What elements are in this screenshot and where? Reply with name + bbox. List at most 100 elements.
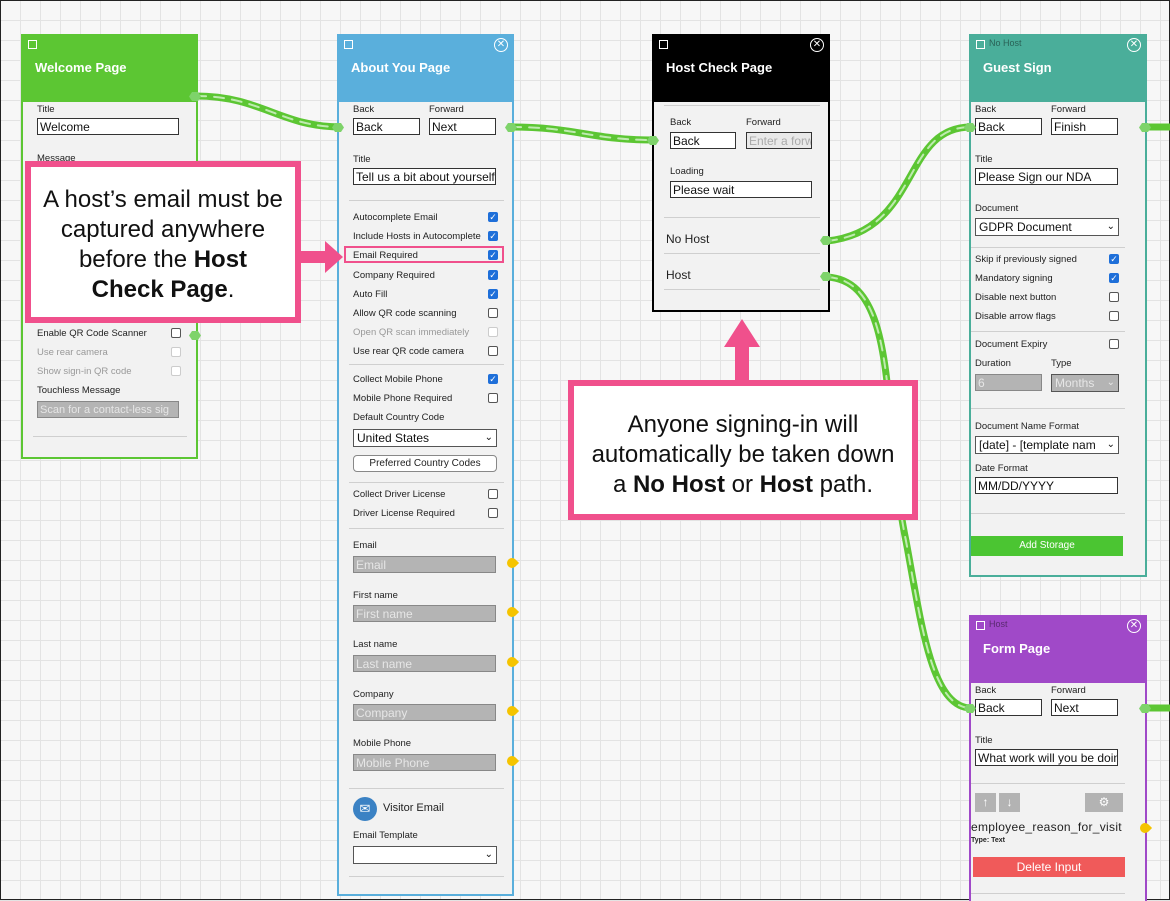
chevron-down-icon: ⌄	[484, 849, 493, 860]
forward-input[interactable]: Next	[1051, 699, 1118, 716]
select-checkbox-icon[interactable]	[28, 40, 37, 49]
divider	[349, 528, 504, 529]
open-qr-checkbox[interactable]	[488, 327, 498, 337]
move-up-button[interactable]: ↑	[975, 793, 996, 812]
callout-text: path.	[813, 471, 874, 498]
email-template-select[interactable]: ⌄	[353, 846, 497, 864]
back-input[interactable]: Back	[670, 132, 736, 149]
back-input[interactable]: Back	[975, 118, 1042, 135]
mobile-required-checkbox[interactable]	[488, 393, 498, 403]
company-required-checkbox[interactable]: ✓	[488, 270, 498, 280]
rear-qr-checkbox[interactable]	[488, 346, 498, 356]
node-title: Welcome Page	[35, 60, 127, 75]
preferred-country-codes-button[interactable]: Preferred Country Codes	[353, 455, 497, 472]
title-input[interactable]: Tell us a bit about yourself	[353, 168, 496, 185]
callout-line: A host’s email must be	[43, 186, 283, 213]
back-label: Back	[353, 104, 375, 115]
collect-license-checkbox[interactable]	[488, 489, 498, 499]
skip-checkbox[interactable]: ✓	[1109, 254, 1119, 264]
mobile-phone-field[interactable]: Mobile Phone	[353, 754, 496, 771]
move-down-button[interactable]: ↓	[999, 793, 1020, 812]
title-input[interactable]: What work will you be doin	[975, 749, 1118, 766]
allow-qr-checkbox[interactable]	[488, 308, 498, 318]
add-storage-button[interactable]: Add Storage	[971, 536, 1123, 556]
autocomplete-email-checkbox[interactable]: ✓	[488, 212, 498, 222]
back-input[interactable]: Back	[975, 699, 1042, 716]
license-required-checkbox[interactable]	[488, 508, 498, 518]
qr-scanner-checkbox[interactable]	[171, 328, 181, 338]
guest-sign-header[interactable]: No Host Guest Sign ✕	[971, 36, 1145, 102]
type-select[interactable]: Months ⌄	[1051, 374, 1119, 392]
name-format-select[interactable]: [date] - [template nam ⌄	[975, 436, 1119, 454]
gear-icon: ⚙	[1098, 795, 1110, 809]
select-checkbox-icon[interactable]	[659, 40, 668, 49]
form-page-node[interactable]: Host Form Page ✕ Back Forward Back Next …	[969, 615, 1147, 901]
rear-camera-label: Use rear camera	[37, 347, 108, 358]
loading-input[interactable]: Please wait	[670, 181, 812, 198]
close-icon[interactable]: ✕	[1127, 38, 1141, 52]
country-value: United States	[357, 431, 430, 445]
callout-line: Anyone signing-in will	[627, 411, 859, 438]
form-page-header[interactable]: Host Form Page ✕	[971, 617, 1145, 683]
close-icon[interactable]: ✕	[494, 38, 508, 52]
guest-sign-page-node[interactable]: No Host Guest Sign ✕ Back Forward Back F…	[969, 34, 1147, 577]
delete-input-button[interactable]: Delete Input	[973, 857, 1125, 877]
about-you-page-node[interactable]: About You Page ✕ Back Forward Back Next …	[337, 34, 514, 896]
check-label: Open QR scan immediately	[353, 327, 470, 338]
mandatory-checkbox[interactable]: ✓	[1109, 273, 1119, 283]
select-checkbox-icon[interactable]	[976, 621, 985, 630]
disable-arrow-checkbox[interactable]	[1109, 311, 1119, 321]
no-host-path-label: No Host	[666, 232, 710, 246]
back-input[interactable]: Back	[353, 118, 420, 135]
node-title: Host Check Page	[666, 60, 773, 75]
title-label: Title	[353, 154, 371, 165]
touchless-input[interactable]: Scan for a contact-less sig	[37, 401, 179, 418]
divider	[971, 331, 1125, 332]
callout-text: a	[612, 471, 633, 498]
duration-input[interactable]: 6	[975, 374, 1042, 391]
close-icon[interactable]: ✕	[810, 38, 824, 52]
collect-mobile-checkbox[interactable]: ✓	[488, 374, 498, 384]
about-you-header[interactable]: About You Page ✕	[339, 36, 512, 102]
divider	[349, 876, 504, 877]
forward-input[interactable]: Finish	[1051, 118, 1118, 135]
divider	[971, 783, 1125, 784]
rear-camera-checkbox[interactable]	[171, 347, 181, 357]
host-check-page-node[interactable]: Host Check Page ✕ Back Forward Back Ente…	[652, 34, 830, 312]
divider	[349, 788, 504, 789]
email-field[interactable]: Email	[353, 556, 496, 573]
first-name-field[interactable]: First name	[353, 605, 496, 622]
check-label: Include Hosts in Autocomplete	[353, 231, 481, 242]
select-checkbox-icon[interactable]	[976, 40, 985, 49]
title-label: Title	[975, 735, 993, 746]
company-field[interactable]: Company	[353, 704, 496, 721]
title-input[interactable]: Please Sign our NDA	[975, 168, 1118, 185]
settings-button[interactable]: ⚙	[1085, 793, 1123, 812]
disable-next-checkbox[interactable]	[1109, 292, 1119, 302]
title-input[interactable]: Welcome	[37, 118, 179, 135]
divider	[664, 289, 820, 290]
country-select[interactable]: United States ⌄	[353, 429, 497, 447]
check-label: Allow QR code scanning	[353, 308, 457, 319]
expiry-checkbox[interactable]	[1109, 339, 1119, 349]
disable-next-label: Disable next button	[975, 292, 1057, 303]
callout-text: before the	[78, 246, 194, 273]
email-required-checkbox[interactable]: ✓	[488, 250, 498, 260]
callout-line: a No Host or Host path.	[574, 470, 912, 500]
include-hosts-checkbox[interactable]: ✓	[488, 231, 498, 241]
welcome-page-header[interactable]: Welcome Page	[23, 36, 196, 102]
select-checkbox-icon[interactable]	[344, 40, 353, 49]
document-select[interactable]: GDPR Document ⌄	[975, 218, 1119, 236]
close-icon[interactable]: ✕	[1127, 619, 1141, 633]
show-qr-checkbox[interactable]	[171, 366, 181, 376]
last-name-field[interactable]: Last name	[353, 655, 496, 672]
forward-input[interactable]: Next	[429, 118, 496, 135]
date-format-input[interactable]: MM/DD/YYYY	[975, 477, 1118, 494]
divider	[971, 513, 1125, 514]
arrow-down-icon: ↓	[1006, 795, 1013, 809]
check-label: Company Required	[353, 270, 435, 281]
country-label: Default Country Code	[353, 412, 445, 423]
forward-input[interactable]: Enter a forw	[746, 132, 812, 149]
host-check-header[interactable]: Host Check Page ✕	[654, 36, 828, 102]
auto-fill-checkbox[interactable]: ✓	[488, 289, 498, 299]
